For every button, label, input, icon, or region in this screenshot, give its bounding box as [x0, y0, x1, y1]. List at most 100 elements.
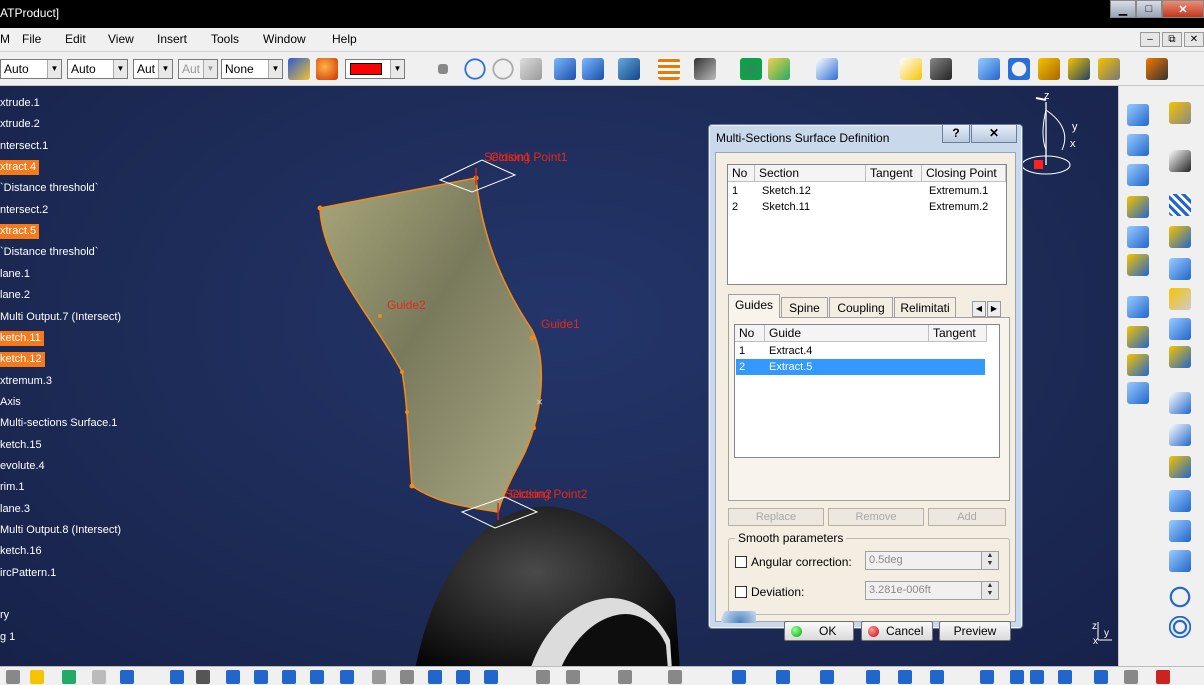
constraint-icon[interactable]	[1008, 58, 1030, 80]
circle-tool-icon[interactable]	[1169, 586, 1191, 608]
tree-node[interactable]: Axis	[0, 395, 21, 410]
law-icon[interactable]	[668, 670, 682, 684]
menu-tools[interactable]: Tools	[211, 32, 239, 46]
trim-icon[interactable]	[1169, 288, 1191, 310]
boundary-icon[interactable]	[1169, 318, 1191, 340]
table-icon[interactable]	[536, 670, 550, 684]
add-button[interactable]: Add	[928, 508, 1006, 526]
color-combo[interactable]: Auto ▼	[0, 59, 62, 79]
mdi-restore-button[interactable]: ⧉	[1162, 32, 1182, 47]
minimize-button[interactable]: ▁	[1110, 0, 1136, 18]
sections-row1-closing-point[interactable]: Extremum.1	[925, 183, 988, 199]
design-table-icon[interactable]	[732, 670, 746, 684]
transparency-combo[interactable]: Auto ▼	[67, 59, 128, 79]
guides-row2-no[interactable]: 2	[735, 359, 745, 375]
snap-icon[interactable]	[694, 58, 716, 80]
offset-icon[interactable]	[1169, 226, 1191, 248]
select-arrow-icon[interactable]	[900, 58, 922, 80]
close-button[interactable]: ✕	[1162, 0, 1204, 18]
extrude-icon[interactable]	[1127, 104, 1149, 126]
menu-help[interactable]: Help	[332, 32, 357, 46]
mdi-minimize-button[interactable]: –	[1140, 32, 1160, 47]
tree-node[interactable]: xtrude.2	[0, 117, 40, 132]
arc-icon[interactable]	[492, 58, 514, 80]
hide-show-icon[interactable]	[428, 670, 442, 684]
tree-node[interactable]: xtremum.3	[0, 374, 52, 389]
tree-node[interactable]: lane.2	[0, 288, 30, 303]
sweep-icon[interactable]	[1127, 164, 1149, 186]
line-thickness-combo[interactable]: Aut ▼	[133, 59, 173, 79]
sections-row1-section[interactable]: Sketch.12	[758, 183, 811, 199]
join-icon[interactable]	[1127, 296, 1149, 318]
measure-icon[interactable]	[930, 58, 952, 80]
chevron-down-icon[interactable]: ▼	[390, 60, 404, 78]
sections-col-tangent[interactable]: Tangent	[866, 165, 922, 182]
chevron-down-icon[interactable]: ▼	[113, 60, 127, 78]
point-tool-icon[interactable]	[1169, 392, 1191, 414]
tab-scroll-right-icon[interactable]: ▶	[987, 301, 1001, 317]
guides-row1-no[interactable]: 1	[735, 343, 745, 359]
cube-view-icon[interactable]	[554, 58, 576, 80]
arrow-down-icon[interactable]	[1058, 670, 1072, 684]
zoom-out-icon[interactable]	[310, 670, 324, 684]
new-icon[interactable]	[6, 670, 20, 684]
menu-app[interactable]: M	[0, 32, 10, 46]
arrow-left-icon[interactable]	[980, 670, 994, 684]
guides-row1-guide[interactable]: Extract.4	[765, 343, 812, 359]
tree-node[interactable]: ircPattern.1	[0, 566, 56, 581]
formula-icon[interactable]	[618, 670, 632, 684]
helix-icon[interactable]	[1169, 616, 1191, 638]
remove-button[interactable]: Remove	[828, 508, 924, 526]
replace-button[interactable]: Replace	[728, 508, 824, 526]
sketcher-icon[interactable]	[1169, 102, 1191, 124]
line-tool-icon[interactable]	[1169, 424, 1191, 446]
axis-icon[interactable]	[930, 670, 944, 684]
multi-section-surface[interactable]	[319, 177, 543, 513]
guides-col-guide[interactable]: Guide	[765, 325, 929, 342]
guides-table[interactable]: No Guide Tangent 1 Extract.4 2 Extract.5	[734, 324, 1000, 458]
maximize-button[interactable]: □	[1136, 0, 1162, 18]
save-icon[interactable]	[62, 670, 76, 684]
tab-coupling[interactable]: Coupling	[829, 297, 893, 318]
tree-node[interactable]: lane.1	[0, 267, 30, 282]
sections-col-closing-point[interactable]: Closing Point	[922, 165, 1006, 182]
tree-node[interactable]: ntersect.2	[0, 203, 48, 218]
chevron-down-icon[interactable]: ▼	[268, 60, 282, 78]
sections-row2-no[interactable]: 2	[728, 199, 738, 215]
assembly-icon[interactable]	[618, 58, 640, 80]
point-icon[interactable]	[438, 64, 448, 74]
material-icon[interactable]	[316, 58, 338, 80]
layer-combo[interactable]: None ▼	[221, 59, 283, 79]
guides-col-tangent[interactable]: Tangent	[929, 325, 987, 342]
tree-node[interactable]: `Distance threshold`	[0, 181, 98, 196]
pan-icon[interactable]	[226, 670, 240, 684]
snap-tool-icon[interactable]	[898, 670, 912, 684]
pattern-icon[interactable]	[1127, 382, 1149, 404]
arrange-icon[interactable]	[866, 670, 880, 684]
cube-view-2-icon[interactable]	[582, 58, 604, 80]
measure-between-icon[interactable]	[566, 670, 580, 684]
tree-node[interactable]: ry	[0, 608, 9, 623]
catalog-icon[interactable]	[1038, 58, 1060, 80]
chevron-down-icon[interactable]: ▼	[158, 60, 172, 78]
preview-button[interactable]: Preview	[939, 621, 1011, 641]
hatch-icon[interactable]	[1169, 194, 1191, 216]
cancel-button[interactable]: Cancel	[861, 621, 933, 641]
axis-system-icon[interactable]	[978, 58, 1000, 80]
tree-node[interactable]: Multi Output.7 (Intersect)	[0, 310, 121, 325]
tree-node[interactable]: lane.3	[0, 502, 30, 517]
tree-node[interactable]: ketch.11	[0, 330, 44, 346]
translate-icon[interactable]	[1127, 354, 1149, 376]
menu-insert[interactable]: Insert	[157, 32, 187, 46]
tree-node[interactable]: g 1	[0, 630, 15, 645]
chevron-down-icon[interactable]: ▼	[47, 60, 61, 78]
intersection-icon[interactable]	[1169, 520, 1191, 542]
menu-file[interactable]: File	[22, 32, 41, 46]
split-icon[interactable]	[1169, 258, 1191, 280]
grid-icon[interactable]	[658, 58, 680, 80]
tab-spine[interactable]: Spine	[781, 297, 828, 318]
tree-node[interactable]: rim.1	[0, 480, 24, 495]
tree-node[interactable]: xtract.4	[0, 160, 40, 176]
projection-icon[interactable]	[1169, 490, 1191, 512]
curve-analysis-icon[interactable]	[816, 58, 838, 80]
